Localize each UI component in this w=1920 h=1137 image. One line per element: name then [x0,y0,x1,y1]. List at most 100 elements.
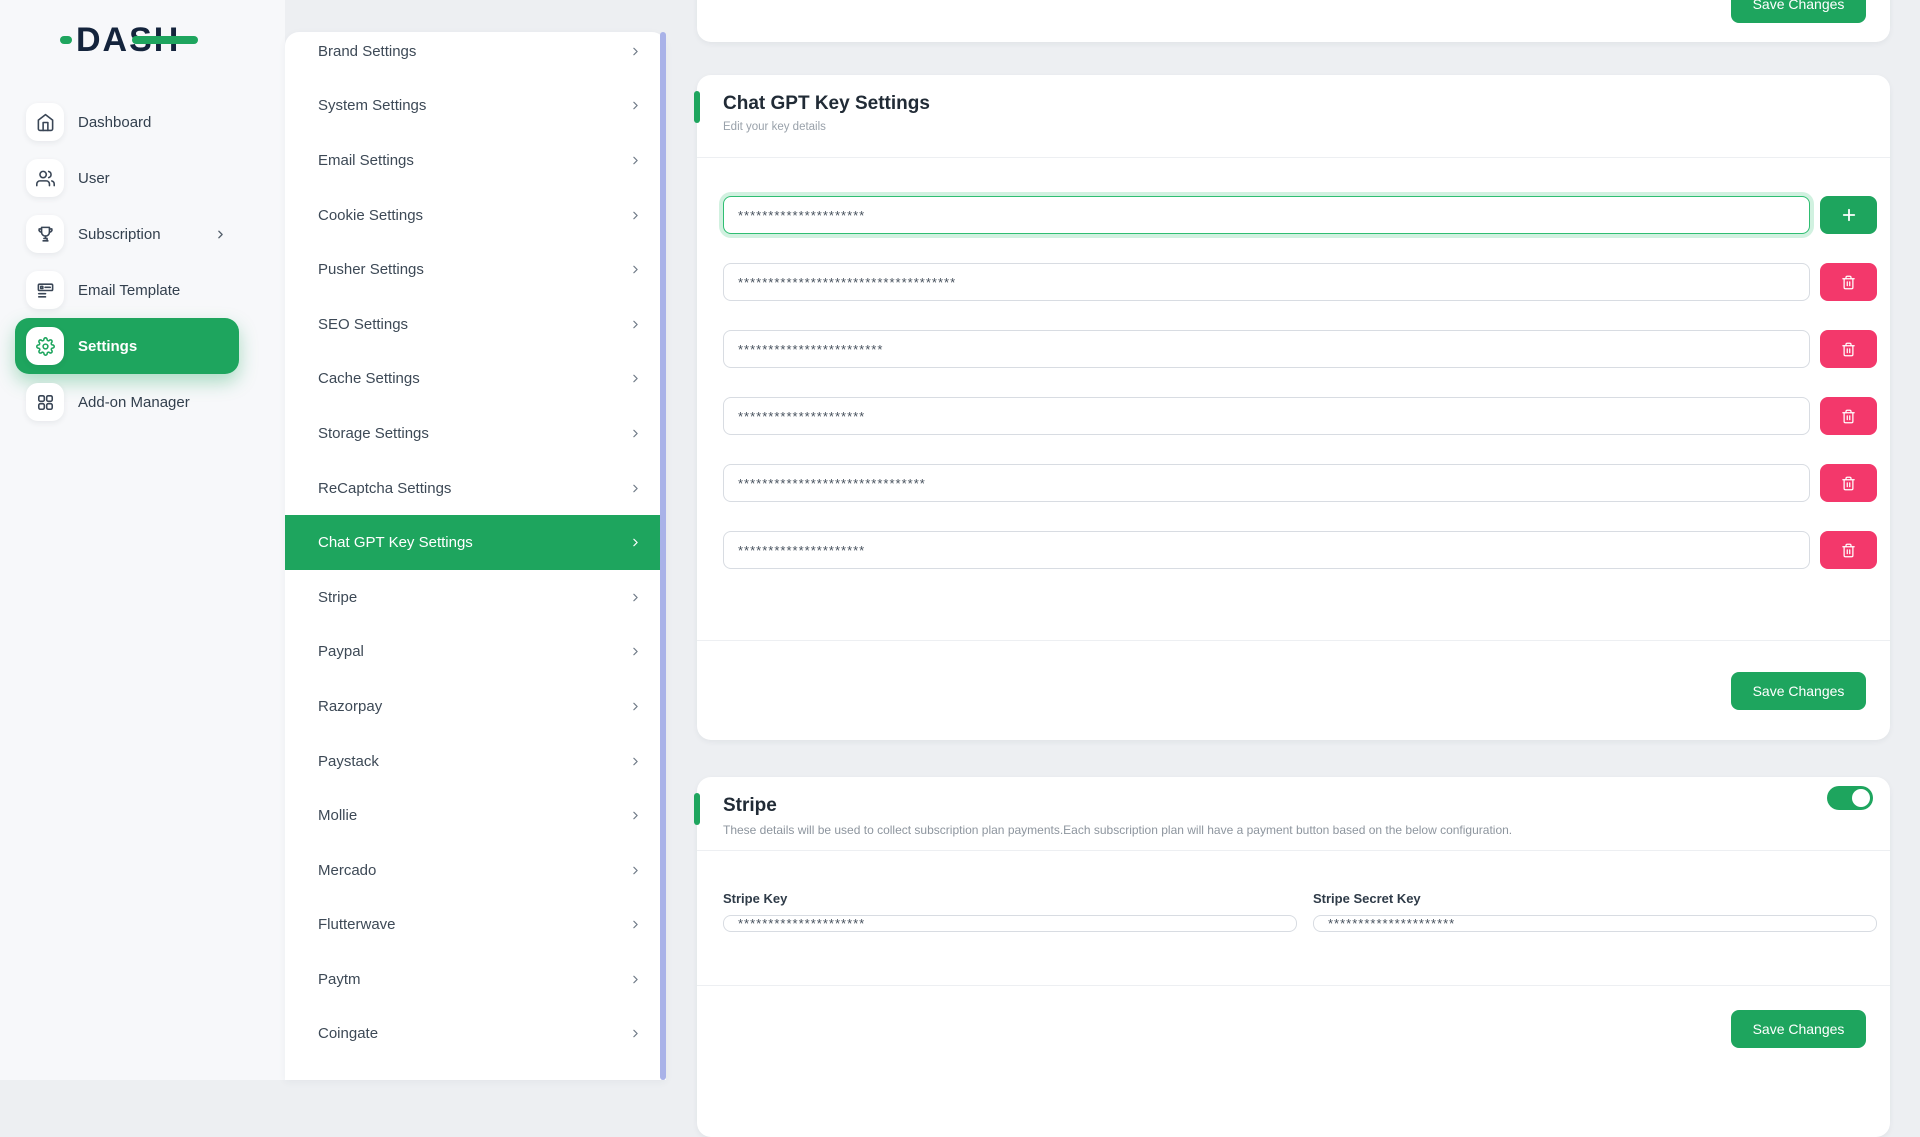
left-sidebar: DASH Dashboard User Subscription [0,0,285,1080]
trash-icon [1841,476,1856,491]
api-key-input[interactable] [723,196,1810,234]
chevron-right-icon [629,154,642,167]
api-key-input[interactable] [723,464,1810,502]
chevron-right-icon [629,918,642,931]
plus-icon [1840,206,1858,224]
stripe-secret-key-input[interactable] [1313,915,1877,932]
delete-key-button[interactable] [1820,464,1877,502]
key-row [723,397,1877,435]
settings-nav-item-email[interactable]: Email Settings [285,133,666,188]
chevron-right-icon [629,973,642,986]
settings-nav-item-system[interactable]: System Settings [285,79,666,134]
settings-nav-item-stripe[interactable]: Stripe [285,570,666,625]
api-key-input[interactable] [723,263,1810,301]
chevron-right-icon [629,645,642,658]
card-footer: Save Changes [697,640,1890,740]
settings-nav-item-paystack[interactable]: Paystack [285,734,666,789]
sidebar-item-user[interactable]: User [0,150,285,206]
accent-bar [694,91,700,123]
settings-nav-item-mollie[interactable]: Mollie [285,788,666,843]
settings-nav-label: Flutterwave [318,916,629,933]
field-label: Stripe Key [723,891,1297,906]
settings-nav-item-storage[interactable]: Storage Settings [285,406,666,461]
settings-panel-scrollbar[interactable] [660,32,666,1080]
settings-nav-item-cache[interactable]: Cache Settings [285,352,666,407]
delete-key-button[interactable] [1820,397,1877,435]
sidebar-item-label: Add-on Manager [78,394,190,411]
key-row [723,464,1877,502]
api-key-input[interactable] [723,531,1810,569]
chatgpt-key-settings-card: Chat GPT Key Settings Edit your key deta… [697,75,1890,740]
settings-nav-item-pusher[interactable]: Pusher Settings [285,242,666,297]
settings-nav-item-paytm[interactable]: Paytm [285,952,666,1007]
users-icon [26,159,64,197]
delete-key-button[interactable] [1820,263,1877,301]
sidebar-item-dashboard[interactable]: Dashboard [0,94,285,150]
chevron-right-icon [629,372,642,385]
delete-key-button[interactable] [1820,531,1877,569]
sidebar-item-label: Dashboard [78,114,151,131]
trash-icon [1841,275,1856,290]
card-title: Stripe [723,794,1860,818]
settings-nav-label: Mercado [318,862,629,879]
settings-nav-item-flutterwave[interactable]: Flutterwave [285,898,666,953]
settings-nav-item-skrill[interactable]: Skrill [285,1061,666,1080]
api-key-input[interactable] [723,330,1810,368]
sidebar-item-label: Email Template [78,282,180,299]
chevron-right-icon [629,318,642,331]
primary-nav: Dashboard User Subscription Email Templa… [0,94,285,430]
key-row [723,263,1877,301]
key-row [723,330,1877,368]
card-title: Chat GPT Key Settings [723,92,1860,116]
chevron-right-icon [629,45,642,58]
settings-nav-label: Storage Settings [318,425,629,442]
settings-nav-item-seo[interactable]: SEO Settings [285,297,666,352]
card-subtitle: Edit your key details [723,121,1860,133]
settings-nav-label: Email Settings [318,152,629,169]
settings-nav-label: Razorpay [318,698,629,715]
settings-nav-panel: Brand Settings System Settings Email Set… [285,32,666,1080]
stripe-settings-card: Stripe These details will be used to col… [697,777,1890,1137]
settings-nav-label: Pusher Settings [318,261,629,278]
chevron-right-icon [214,228,227,241]
sidebar-item-label: Subscription [78,226,161,243]
chevron-right-icon [629,482,642,495]
stripe-key-input[interactable] [723,915,1297,932]
settings-nav-item-paypal[interactable]: Paypal [285,625,666,680]
save-changes-button[interactable]: Save Changes [1731,0,1866,23]
card-description: These details will be used to collect su… [723,823,1860,837]
settings-nav-item-brand[interactable]: Brand Settings [285,32,666,79]
chevron-right-icon [629,263,642,276]
save-changes-button[interactable]: Save Changes [1731,672,1866,710]
chevron-right-icon [629,591,642,604]
settings-nav-item-recaptcha[interactable]: ReCaptcha Settings [285,461,666,516]
settings-nav-label: Paypal [318,643,629,660]
add-key-button[interactable] [1820,196,1877,234]
gear-icon [26,327,64,365]
settings-nav-item-cookie[interactable]: Cookie Settings [285,188,666,243]
settings-nav-item-razorpay[interactable]: Razorpay [285,679,666,734]
key-row [723,196,1877,234]
api-key-input[interactable] [723,397,1810,435]
sidebar-item-email-template[interactable]: Email Template [0,262,285,318]
chevron-right-icon [629,1027,642,1040]
toggle-knob [1852,789,1870,807]
key-row [723,531,1877,569]
chevron-right-icon [629,427,642,440]
trophy-icon [26,215,64,253]
sidebar-item-settings[interactable]: Settings [15,318,239,374]
delete-key-button[interactable] [1820,330,1877,368]
settings-nav-item-mercado[interactable]: Mercado [285,843,666,898]
settings-nav-list: Brand Settings System Settings Email Set… [285,32,666,1080]
grid-icon [26,383,64,421]
chevron-right-icon [629,209,642,222]
home-icon [26,103,64,141]
stripe-enabled-toggle[interactable] [1827,786,1873,810]
settings-nav-item-chatgpt[interactable]: Chat GPT Key Settings [285,515,666,570]
trash-icon [1841,543,1856,558]
sidebar-item-subscription[interactable]: Subscription [0,206,285,262]
sidebar-item-addon-manager[interactable]: Add-on Manager [0,374,285,430]
save-changes-button[interactable]: Save Changes [1731,1010,1866,1048]
settings-nav-item-coingate[interactable]: Coingate [285,1007,666,1062]
logo-dash-icon [60,36,72,44]
